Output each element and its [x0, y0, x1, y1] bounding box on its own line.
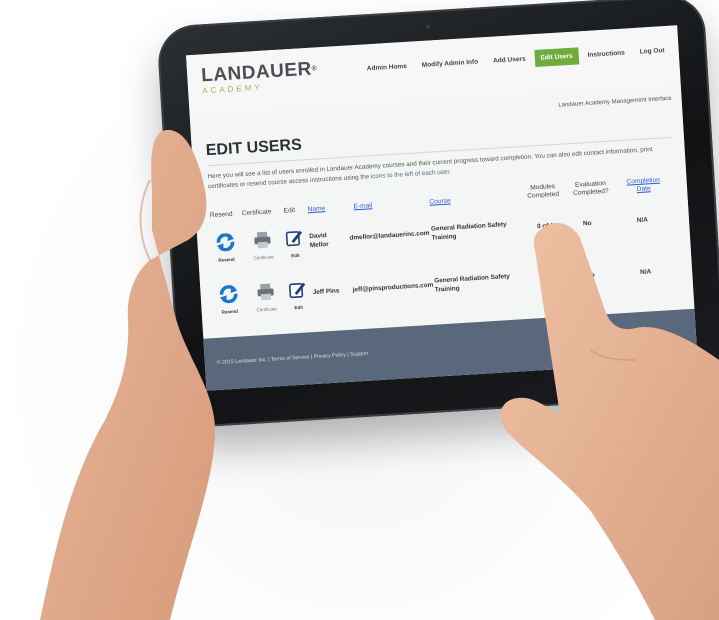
edit-button[interactable]: Edit [283, 228, 307, 258]
header-evaluation: Evaluation Completed? [572, 180, 609, 198]
edit-icon-label: Edit [294, 304, 304, 311]
user-name-line1: Jeff Pins [312, 287, 340, 297]
user-name-line2: Mellor [309, 240, 329, 250]
user-name-cell: David Mellor [309, 231, 329, 250]
camera-icon [424, 23, 431, 30]
header-name-sort[interactable]: Name [307, 205, 325, 213]
header-course-sort[interactable]: Course [429, 197, 451, 205]
edit-icon-label: Edit [291, 252, 300, 259]
header-edit: Edit [283, 206, 296, 215]
nav-modify-admin-info[interactable]: Modify Admin Info [415, 53, 484, 74]
nav-instructions[interactable]: Instructions [581, 44, 631, 64]
edit-button[interactable]: Edit [286, 280, 310, 310]
header-modules-line2: Completed [527, 190, 560, 200]
edit-pencil-icon [285, 230, 303, 247]
user-name-cell: Jeff Pins [312, 286, 340, 297]
header-email-sort[interactable]: E-mail [353, 202, 372, 210]
intro-link: icons to the left of each user. [370, 168, 452, 181]
header-completion-line1: Completion [626, 176, 661, 186]
header-completion-sort[interactable]: Completion Date [626, 177, 660, 195]
nav-add-users[interactable]: Add Users [487, 50, 532, 70]
user-name-line1: David [309, 232, 327, 241]
nav-admin-home[interactable]: Admin Home [360, 58, 413, 78]
management-interface-label: Landauer Academy Management Interface [558, 95, 672, 109]
header-completion-line2: Date [636, 185, 651, 194]
nav-log-out[interactable]: Log Out [633, 42, 671, 61]
nav-edit-users[interactable]: Edit Users [534, 47, 580, 68]
header-modules: Modules Completed [527, 183, 560, 201]
right-hand-illustration [500, 223, 719, 620]
logo-registered-mark: ® [311, 65, 318, 73]
left-hand-illustration [40, 129, 215, 620]
user-email-cell: jeff@pinsproductions.com [352, 281, 434, 294]
landauer-logo[interactable]: LANDAUER® ACADEMY [201, 59, 319, 96]
main-nav: Admin Home Modify Admin Info Add Users E… [360, 42, 671, 78]
user-email-cell: dmellor@landauerinc.com [349, 229, 430, 242]
edit-pencil-icon [288, 282, 306, 299]
header-evaluation-line2: Completed? [572, 187, 609, 197]
